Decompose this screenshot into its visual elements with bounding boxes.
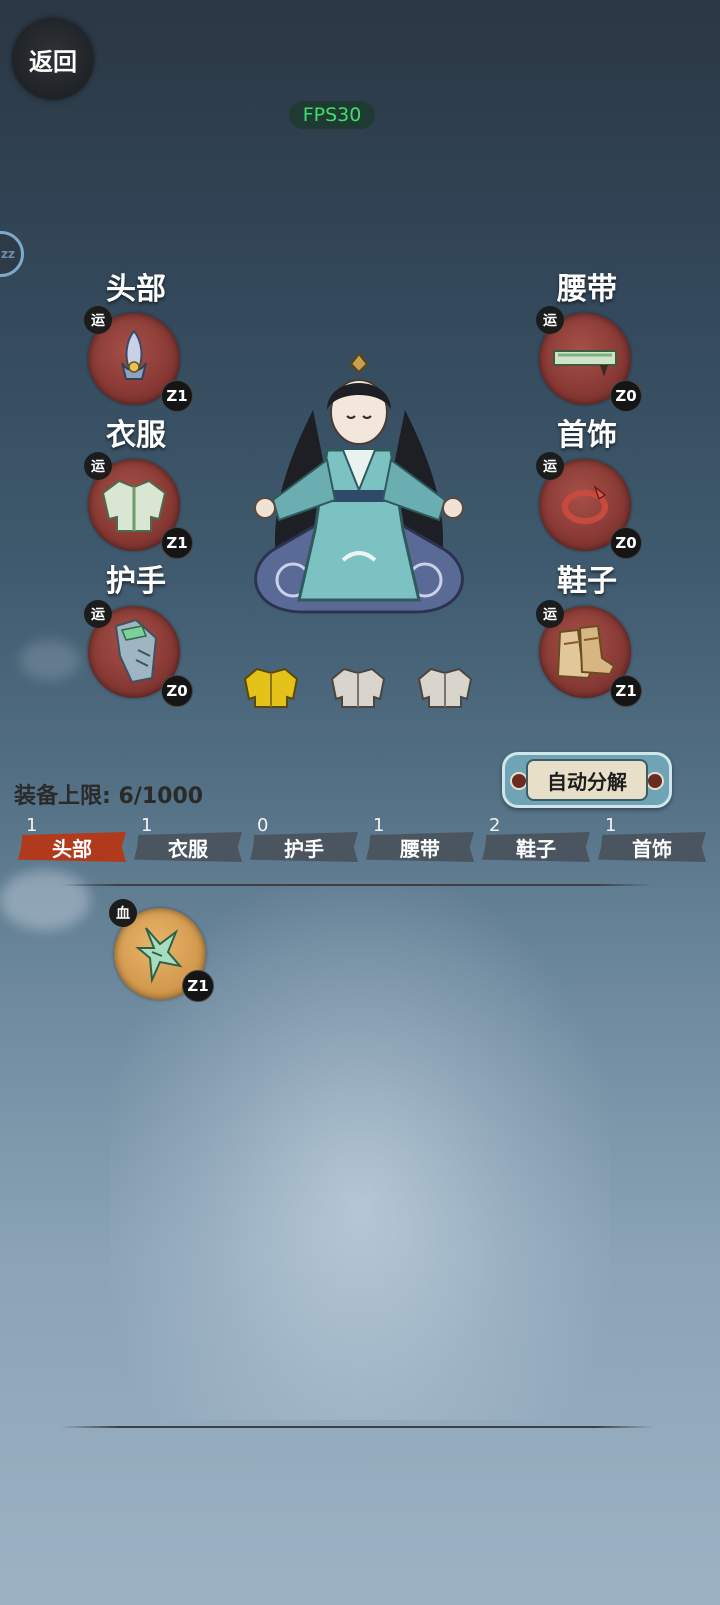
- tab-label: 鞋子: [516, 836, 556, 861]
- tab-label: 腰带: [400, 836, 440, 861]
- gold-robe-icon[interactable]: [243, 665, 299, 709]
- capacity-label: 装备上限:: [14, 784, 111, 809]
- robe-icon: [101, 479, 167, 532]
- fps-counter: FPS30: [289, 101, 375, 129]
- level-badge: Z0: [161, 675, 193, 707]
- slot-label-clothes: 衣服: [106, 418, 166, 453]
- level-badge: Z1: [182, 970, 214, 1002]
- auto-decompose-label: 自动分解: [526, 759, 648, 801]
- tab-label: 护手: [284, 836, 324, 861]
- side-avatar-badge[interactable]: zz: [0, 231, 24, 277]
- cloud-decoration: [20, 640, 80, 680]
- level-badge: Z0: [610, 380, 642, 412]
- bracelet-icon: [562, 484, 608, 524]
- slot-label-gloves: 护手: [106, 564, 166, 599]
- tab-label: 首饰: [632, 836, 672, 861]
- slot-tag-badge: 运: [84, 600, 112, 628]
- slot-tag-badge: 运: [536, 306, 564, 334]
- belt-icon: [553, 350, 617, 377]
- jade-hairpin-icon: [135, 927, 183, 984]
- gauntlet-icon: [114, 618, 158, 684]
- button-stud: [646, 772, 664, 790]
- slot-tag-badge: 运: [536, 452, 564, 480]
- level-badge: Z0: [610, 527, 642, 559]
- equipment-capacity: 装备上限: 6/1000: [14, 778, 203, 810]
- slot-label-shoes: 鞋子: [557, 564, 617, 599]
- level-badge: Z1: [161, 380, 193, 412]
- hairpin-icon: [121, 329, 147, 380]
- tab-shoes[interactable]: 鞋子: [482, 832, 590, 862]
- auto-decompose-button[interactable]: 自动分解: [502, 752, 672, 808]
- item-tag-badge: 血: [109, 899, 137, 927]
- divider-top: [60, 884, 654, 886]
- grey-robe-icon[interactable]: [417, 665, 473, 709]
- character-portrait: [254, 352, 464, 614]
- slot-label-belt: 腰带: [557, 272, 617, 307]
- back-button[interactable]: 返回: [12, 18, 94, 100]
- tab-head[interactable]: 头部: [18, 832, 126, 862]
- slot-label-head: 头部: [106, 272, 166, 307]
- tab-label: 头部: [52, 836, 92, 861]
- tab-clothes[interactable]: 衣服: [134, 832, 242, 862]
- slot-tag-badge: 运: [536, 600, 564, 628]
- tab-jewelry[interactable]: 首饰: [598, 832, 706, 862]
- tab-belt[interactable]: 腰带: [366, 832, 474, 862]
- slot-tag-badge: 运: [84, 306, 112, 334]
- boots-icon: [556, 624, 616, 680]
- tab-label: 衣服: [168, 836, 208, 861]
- slot-label-jewelry: 首饰: [557, 418, 617, 453]
- cloud-decoration: [0, 870, 90, 930]
- divider-bottom: [60, 1426, 654, 1428]
- tab-gloves[interactable]: 护手: [250, 832, 358, 862]
- grey-robe-icon[interactable]: [330, 665, 386, 709]
- slot-tag-badge: 运: [84, 452, 112, 480]
- level-badge: Z1: [610, 675, 642, 707]
- capacity-value: 6/1000: [118, 784, 204, 809]
- level-badge: Z1: [161, 527, 193, 559]
